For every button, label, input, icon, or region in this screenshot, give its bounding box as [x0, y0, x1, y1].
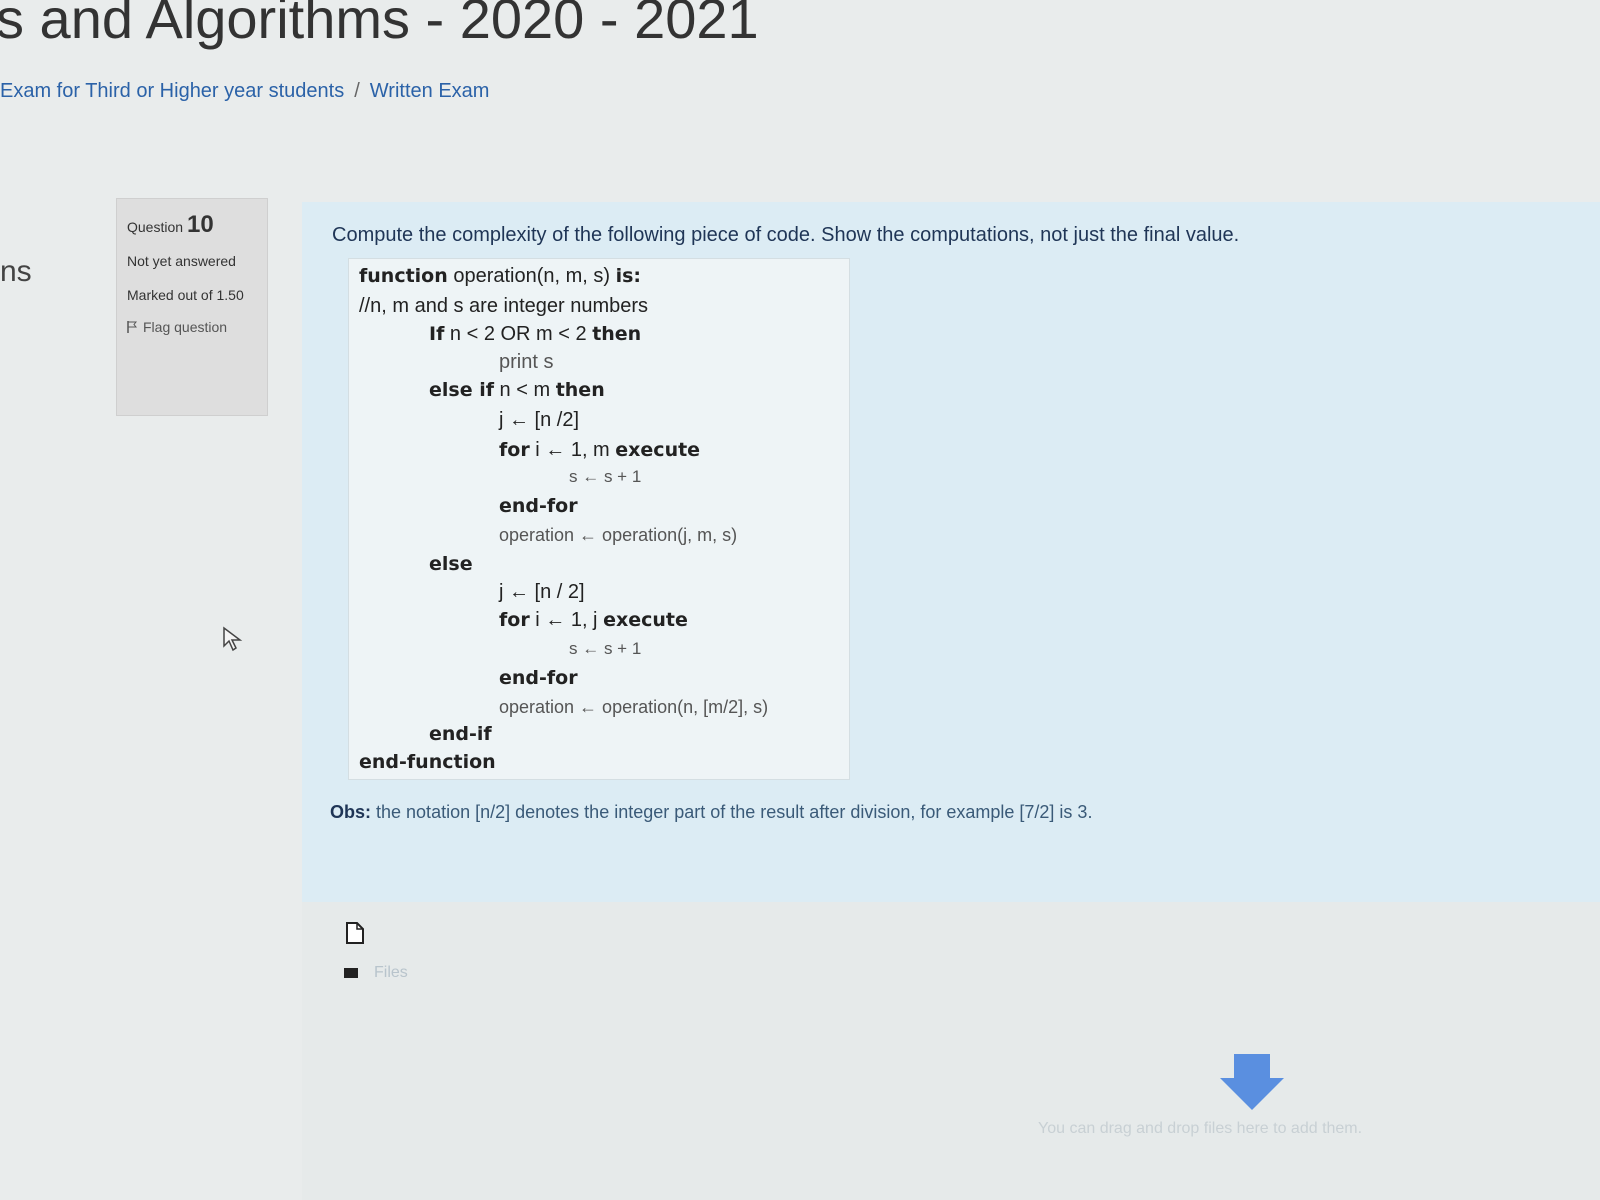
code-line-10: operation ← operation(j, m, s) [499, 525, 738, 545]
drop-zone-hint: You can drag and drop files here to add … [1038, 1120, 1363, 1137]
question-info: Question 10 Not yet answered Marked out o… [116, 198, 268, 416]
breadcrumb-item-written-exam[interactable]: Written Exam [370, 80, 490, 102]
code-line-3: If n < 2 OR m < 2 then [429, 323, 642, 345]
code-line-12: j ← [n / 2] [499, 581, 585, 603]
code-line-16: operation ← operation(n, [m/2], s) [499, 697, 769, 717]
files-label: Files [374, 964, 408, 981]
download-arrow-icon [1220, 1054, 1284, 1110]
code-line-9: end-for [499, 495, 578, 517]
flag-icon [127, 321, 137, 333]
sidebar-fragment: ns [0, 255, 32, 288]
code-line-11: else [429, 553, 473, 575]
code-line-15: end-for [499, 667, 578, 689]
folder-icon[interactable] [344, 968, 358, 978]
question-number: 10 [187, 211, 214, 238]
question-content: Compute the complexity of the following … [302, 202, 1600, 902]
cursor-icon [223, 626, 243, 652]
code-line-2: //n, m and s are integer numbers [359, 295, 649, 317]
question-grade: Marked out of 1.50 [127, 287, 244, 303]
flag-question-label: Flag question [143, 319, 228, 335]
code-line-8: s ← s + 1 [569, 467, 642, 486]
code-line-4: print s [499, 351, 554, 373]
code-line-18: end-function [359, 751, 496, 773]
question-state: Not yet answered [127, 253, 236, 269]
breadcrumb-item-exam[interactable]: Exam for Third or Higher year students [0, 80, 344, 102]
page-title: s and Algorithms - 2020 - 2021 [0, 0, 759, 50]
breadcrumb-separator: / [354, 80, 360, 102]
file-picker[interactable]: Files You can drag and drop files here t… [302, 902, 1600, 1200]
code-block: function operation(n, m, s) is: //n, m a… [348, 258, 850, 780]
code-line-7: for i ← 1, m execute [499, 439, 701, 461]
file-icon[interactable] [346, 922, 364, 944]
breadcrumb: Exam for Third or Higher year students / W… [0, 80, 489, 103]
question-label: Question [127, 219, 184, 235]
code-line-5: else if n < m then [429, 379, 605, 401]
question-text: Compute the complexity of the following … [332, 224, 1240, 246]
code-line-1: function operation(n, m, s) is: [359, 265, 642, 287]
code-line-17: end-if [429, 723, 492, 745]
code-line-13: for i ← 1, j execute [499, 609, 688, 631]
code-line-6: j ← [n /2] [499, 409, 580, 431]
flag-question-button[interactable]: Flag question [127, 319, 257, 335]
observation-note: Obs: the notation [n/2] denotes the inte… [330, 802, 1093, 822]
code-line-14: s ← s + 1 [569, 639, 642, 658]
